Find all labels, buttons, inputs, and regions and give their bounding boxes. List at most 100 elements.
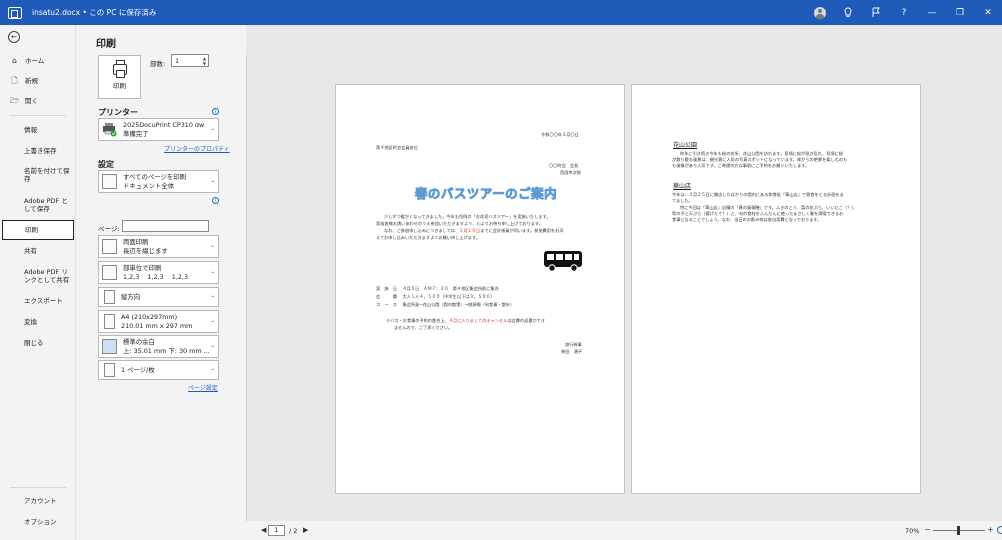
- print-range-dropdown[interactable]: すべてのページを印刷 ドキュメント全体 ⌄: [98, 170, 219, 193]
- printer-section-title: プリンター: [98, 108, 138, 117]
- nav-share-pdf-link[interactable]: Adobe PDF リンクとして共有: [0, 265, 70, 287]
- letter-body-line: 少しずつ暖かくなってきました。今年も恒例の「お花見バスツアー」を実施いたします。: [384, 214, 551, 219]
- letter-date: 令和〇〇年３月〇日: [541, 132, 579, 137]
- pages-per-sheet-icon: [104, 363, 115, 377]
- nav-share[interactable]: 共有: [0, 244, 76, 258]
- nav-export[interactable]: エクスポート: [0, 294, 76, 308]
- info-icon[interactable]: i: [212, 108, 219, 115]
- printer-properties-link[interactable]: プリンターのプロパティ: [164, 144, 230, 153]
- letter-sender-title: 〇〇町会 会長: [549, 163, 579, 168]
- settings-section-title: 設定: [98, 160, 114, 169]
- page-count: / 2: [289, 527, 298, 535]
- nav-print[interactable]: 印刷: [2, 220, 74, 240]
- nav-options[interactable]: オプション: [0, 515, 76, 529]
- chevron-down-icon: ⌄: [210, 242, 215, 249]
- zoom-slider-thumb[interactable]: [957, 526, 960, 535]
- zoom-out-icon[interactable]: −: [924, 525, 931, 534]
- nav-save-as-pdf[interactable]: Adobe PDF として保存: [0, 194, 70, 216]
- print-settings-panel: 印刷 印刷 部数: 1 ▲ ▼ プリンター i 2025DocuPrint CP3…: [76, 25, 246, 540]
- nav-info[interactable]: 情報: [0, 123, 76, 137]
- nav-close[interactable]: 閉じる: [0, 336, 76, 350]
- section-text: 今年は、３月２５日に開店したばかりの園内にある和食処「華山店」で昼食をとる計画を…: [672, 192, 844, 197]
- nav-separator: [10, 487, 66, 488]
- printer-icon: [112, 60, 127, 78]
- previous-page-icon[interactable]: ◀: [261, 526, 266, 534]
- pages-per-sheet-dropdown[interactable]: 1 ページ/枚 ⌄: [98, 360, 219, 380]
- paper-size-icon: [104, 314, 115, 329]
- current-page-input[interactable]: 1: [268, 525, 285, 536]
- bus-icon: [544, 251, 582, 272]
- margins-dropdown[interactable]: 標準の余白 上: 35.01 mm 下: 30 mm ... ⌄: [98, 335, 219, 358]
- printer-icon: [102, 122, 117, 137]
- minimize-icon[interactable]: —: [918, 0, 946, 25]
- chevron-down-icon: ⌄: [210, 177, 215, 184]
- copies-spinner[interactable]: ▲ ▼: [203, 56, 206, 66]
- nav-separator: [10, 115, 66, 116]
- margins-icon: [102, 339, 117, 354]
- nav-home[interactable]: ⌂ ホーム: [0, 54, 76, 68]
- back-arrow-icon[interactable]: ←: [8, 31, 20, 43]
- next-page-icon[interactable]: ▶: [303, 526, 308, 534]
- print-button[interactable]: 印刷: [98, 55, 141, 99]
- duplex-dropdown[interactable]: 両面印刷 長辺を綴じます ⌄: [98, 235, 219, 258]
- restore-icon[interactable]: ❐: [946, 0, 974, 25]
- close-icon[interactable]: ✕: [974, 0, 1002, 25]
- feedback-icon[interactable]: [862, 0, 890, 25]
- chevron-down-icon: ⌄: [210, 366, 215, 372]
- orientation-dropdown[interactable]: 縦方向 ⌄: [98, 287, 219, 307]
- preview-page-1: 令和〇〇年３月〇日 第４地区町会会員各位 〇〇町会 会長 西国幸次郎 春のバスツ…: [335, 84, 625, 494]
- section-heading: 華山店: [673, 183, 692, 190]
- zoom-in-icon[interactable]: +: [987, 525, 994, 534]
- collate-dropdown[interactable]: 部単位で印刷 1,2,3 1,2,3 1,2,3 ⌄: [98, 261, 219, 284]
- zoom-to-page-icon[interactable]: [997, 526, 1002, 534]
- backstage-nav: ← ⌂ ホーム 🗋 新規 🗁 開く 情報 上書き保存 名前を付けて保存 Adob…: [0, 25, 76, 540]
- letter-body-line: なお、ご参加申し込みにつきましては、３月１０日までに会計係員が伺います。参加費用…: [384, 228, 564, 233]
- title-bar: insatu2.docx • この PC に保存済み ? — ❐ ✕: [0, 0, 1002, 25]
- account-button[interactable]: [806, 0, 834, 25]
- section-text: 食事となることでしょう。なお、当日のお飲み物は各自実費となっております。: [672, 217, 822, 222]
- paper-size-dropdown[interactable]: A4 (210x297mm) 210.01 mm x 297 mm ⌄: [98, 310, 219, 333]
- new-document-icon: 🗋: [11, 76, 18, 85]
- help-icon[interactable]: ?: [890, 0, 918, 25]
- pages-input[interactable]: [122, 220, 209, 232]
- collate-icon: [102, 265, 117, 280]
- info-icon[interactable]: i: [212, 197, 219, 204]
- nav-save[interactable]: 上書き保存: [0, 144, 76, 158]
- trip-detail-course: コ ー ス 集会所発→花山公園（園内散策）→桃源郷（旬食事・散歩）: [376, 302, 515, 307]
- section-text: てました。: [672, 198, 693, 203]
- section-heading: 花山公園: [673, 142, 698, 149]
- nav-save-as[interactable]: 名前を付けて保存: [0, 164, 70, 186]
- letter-sender-name: 西国幸次郎: [560, 170, 581, 175]
- nav-convert[interactable]: 変換: [0, 315, 76, 329]
- cancellation-note: ※バス・お食事の予約の都合上、４月に入りましてのキャンセルは会費の返還ができ: [386, 318, 546, 323]
- copies-input[interactable]: 1 ▲ ▼: [171, 54, 209, 67]
- letter-headline: 春のバスツアーのご案内: [414, 186, 558, 202]
- printer-name: 2025DocuPrint CP310 dw: [123, 120, 205, 129]
- lightbulb-icon[interactable]: [834, 0, 862, 25]
- preview-page-2: 花山公園 昨年に引き続き今年も桜の名所、花山公園を訪れます。見頃に桜が咲き乱れ、…: [631, 84, 921, 494]
- home-icon: ⌂: [12, 56, 17, 65]
- trip-detail-date: 実 施 日 ４月５日 ＡＭ７：３０ 第４地区集会所前に集合: [376, 286, 499, 291]
- nav-new[interactable]: 🗋 新規: [0, 74, 76, 88]
- preview-divider: [246, 55, 247, 535]
- zoom-level[interactable]: 70%: [905, 527, 919, 535]
- account-avatar-icon: [814, 6, 826, 19]
- print-preview-area[interactable]: 令和〇〇年３月〇日 第４地区町会会員各位 〇〇町会 会長 西国幸次郎 春のバスツ…: [246, 25, 1002, 540]
- printer-status: 準備完了: [123, 129, 149, 138]
- document-pages-icon: [102, 174, 117, 189]
- cancellation-note: ませんので、ご了承ください。: [394, 325, 453, 330]
- nav-account[interactable]: アカウント: [0, 494, 76, 508]
- page-title: 印刷: [96, 39, 116, 50]
- letter-body-line: えてお申し込みいただきますようお願い申し上げます。: [376, 235, 480, 240]
- window-title: insatu2.docx • この PC に保存済み: [32, 8, 157, 17]
- preview-status-bar: ◀ 1 / 2 ▶ 70% − +: [246, 521, 1002, 540]
- printer-dropdown[interactable]: 2025DocuPrint CP310 dw 準備完了 ⌄: [98, 118, 219, 141]
- chevron-down-icon: ⌄: [210, 125, 215, 132]
- open-folder-icon: 🗁: [10, 96, 20, 105]
- duplex-icon: [102, 239, 117, 254]
- chevron-down-icon: ⌄: [210, 268, 215, 275]
- word-app-icon: [8, 6, 22, 19]
- page-setup-link[interactable]: ページ設定: [188, 383, 218, 392]
- chevron-down-icon: ⌄: [210, 293, 215, 299]
- nav-open[interactable]: 🗁 開く: [0, 94, 76, 108]
